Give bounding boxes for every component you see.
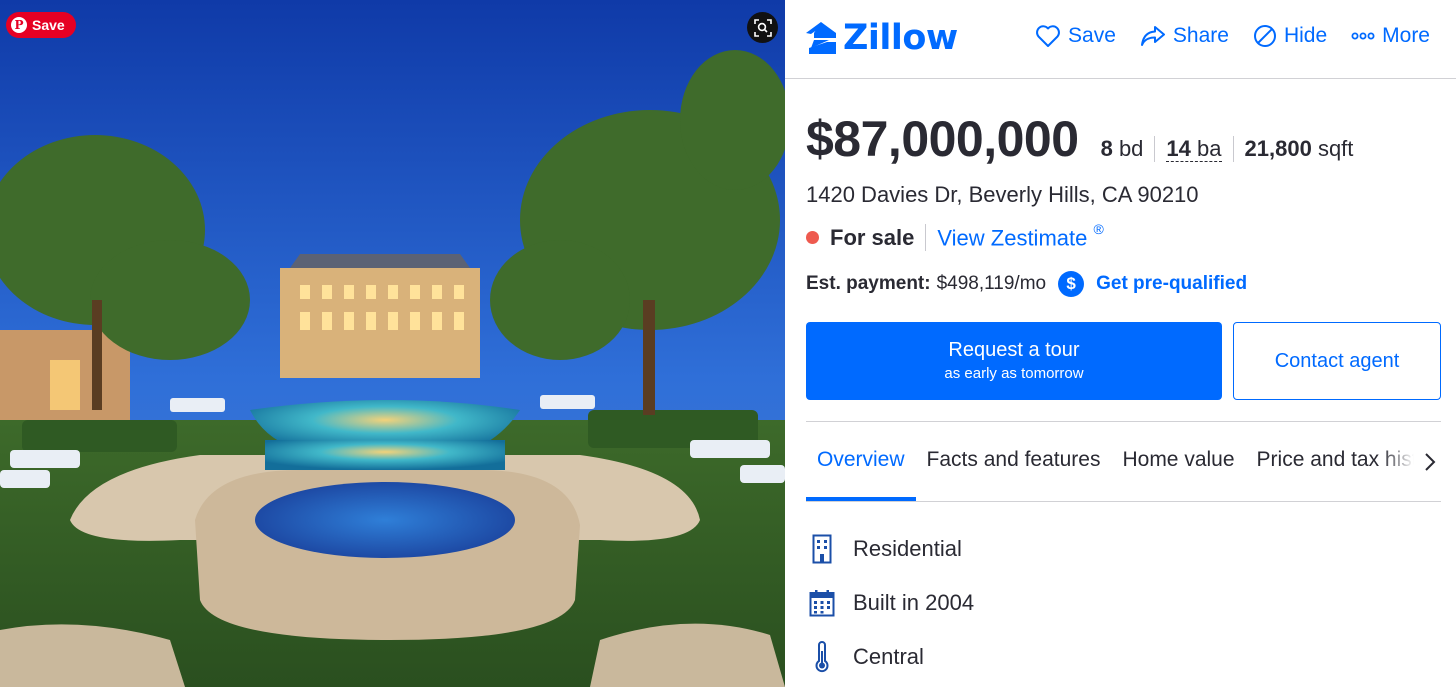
sqft-value: 21,800 — [1244, 136, 1312, 161]
building-icon — [806, 534, 838, 564]
est-payment-value: $498,119/mo — [936, 273, 1047, 294]
listing-status: For sale — [830, 224, 915, 250]
visual-search-icon[interactable] — [747, 12, 778, 43]
header-actions: Save Share Hide More — [1035, 24, 1430, 48]
registered-mark: ® — [1093, 221, 1104, 237]
tab-home-value[interactable]: Home value — [1111, 434, 1245, 501]
request-tour-label: Request a tour — [948, 339, 1080, 361]
property-photo-illustration — [0, 0, 785, 687]
heart-icon — [1036, 25, 1060, 47]
listing-price: $87,000,000 — [806, 111, 1079, 167]
beds-unit: bd — [1118, 136, 1144, 161]
more-dots-icon — [1351, 32, 1375, 40]
more-label: More — [1382, 24, 1430, 47]
calendar-icon — [806, 589, 838, 617]
sqft-fact: 21,800 sqft — [1232, 136, 1365, 162]
request-tour-sublabel: as early as tomorrow — [944, 365, 1084, 382]
payment-row: Est. payment: $498,119/mo $ Get pre-qual… — [806, 271, 1247, 297]
est-payment-label: Est. payment: — [806, 273, 931, 294]
share-label: Share — [1172, 24, 1229, 47]
share-button[interactable]: Share — [1140, 24, 1229, 48]
details-header: Zillow Save Share Hide More — [785, 0, 1456, 79]
overview-item-year-built: Built in 2004 — [806, 576, 974, 630]
beds-fact: 8 bd — [1101, 136, 1155, 162]
tab-track: Overview Facts and features Home value P… — [806, 434, 1441, 501]
tab-scroll-right-button[interactable] — [1419, 450, 1441, 474]
hide-circle-icon — [1253, 25, 1276, 47]
dollar-icon: $ — [1058, 271, 1085, 297]
baths-tooltip-trigger[interactable]: 14 ba — [1166, 136, 1222, 162]
hide-button[interactable]: Hide — [1253, 24, 1327, 48]
zestimate-label: View Zestimate — [937, 225, 1088, 251]
thermometer-icon — [806, 641, 838, 673]
chevron-right-icon — [1425, 453, 1436, 471]
tab-overview[interactable]: Overview — [806, 434, 916, 501]
hide-label: Hide — [1283, 24, 1328, 47]
divider — [806, 421, 1441, 422]
overview-list: Residential Built in 2004 Central — [806, 522, 974, 684]
details-tabs: Overview Facts and features Home value P… — [806, 434, 1441, 502]
zillow-z-icon — [806, 22, 836, 54]
overview-year-built: Built in 2004 — [853, 590, 975, 615]
baths-unit: ba — [1197, 136, 1222, 161]
overview-home-type: Residential — [853, 536, 962, 561]
view-zestimate-link[interactable]: View Zestimate ® — [925, 221, 1104, 252]
listing-details-panel: Zillow Save Share Hide More $87,000,000 … — [785, 0, 1456, 687]
pinterest-save-button[interactable]: P Save — [6, 12, 76, 38]
listing-photo[interactable]: P Save — [0, 0, 785, 687]
get-prequalified-link[interactable]: Get pre-qualified — [1096, 273, 1247, 295]
status-dot-icon — [806, 231, 819, 245]
overview-item-home-type: Residential — [806, 522, 974, 576]
baths-fact[interactable]: 14 ba — [1154, 136, 1232, 162]
bed-bath-sqft: 8 bd 14 ba 21,800 sqft — [1101, 136, 1365, 162]
beds-value: 8 — [1100, 136, 1113, 161]
request-tour-button[interactable]: Request a tour as early as tomorrow — [806, 322, 1222, 400]
save-label: Save — [1068, 24, 1116, 47]
status-row: For sale View Zestimate ® — [806, 221, 1104, 252]
baths-value: 14 — [1166, 136, 1191, 161]
contact-agent-button[interactable]: Contact agent — [1233, 322, 1441, 400]
tab-facts-and-features[interactable]: Facts and features — [916, 434, 1112, 501]
more-button[interactable]: More — [1351, 24, 1430, 48]
price-summary: $87,000,000 8 bd 14 ba 21,800 sqft — [806, 110, 1364, 168]
zillow-wordmark: Zillow — [843, 18, 958, 58]
pinterest-icon: P — [11, 17, 27, 33]
property-address: 1420 Davies Dr, Beverly Hills, CA 90210 — [806, 182, 1199, 207]
save-button[interactable]: Save — [1035, 24, 1116, 48]
overview-item-heating: Central — [806, 630, 974, 684]
contact-agent-label: Contact agent — [1274, 349, 1400, 372]
pinterest-save-label: Save — [32, 17, 65, 33]
share-arrow-icon — [1140, 26, 1165, 46]
sqft-unit: sqft — [1317, 136, 1354, 161]
overview-heating: Central — [853, 644, 924, 669]
zillow-logo[interactable]: Zillow — [805, 18, 958, 58]
